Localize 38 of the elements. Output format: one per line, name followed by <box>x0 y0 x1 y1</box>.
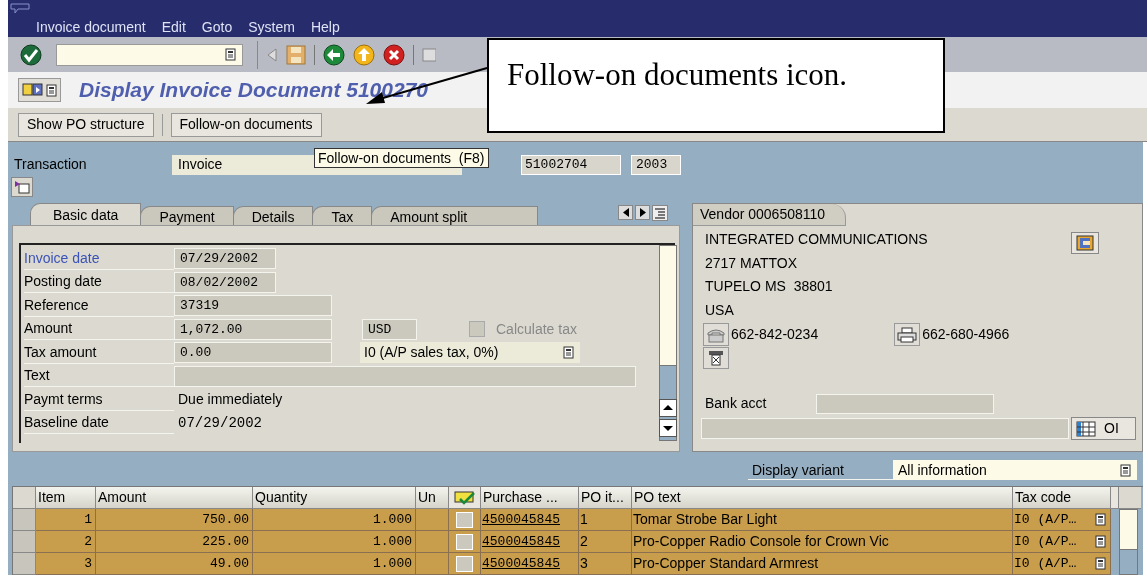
document-number-field: 51002704 <box>521 154 621 175</box>
table-cell: Pro-Copper Radio Console for Crown Vic <box>632 531 1013 553</box>
table-cell: 1 <box>36 509 96 531</box>
table-cell: 1.000 <box>253 531 416 553</box>
address-line: INTEGRATED COMMUNICATIONS <box>705 230 928 250</box>
input-field: 0.00 <box>174 342 332 364</box>
field-label: Transaction <box>14 155 88 174</box>
date-field: 08/02/2002 <box>174 271 276 293</box>
table-cell: Pro-Copper Standard Armrest <box>632 553 1013 575</box>
input-field: 1,072.00 <box>174 318 332 340</box>
table-cell: Tomar Strobe Bar Light <box>632 509 1013 531</box>
field-value: 07/29/2002 <box>177 413 262 433</box>
currency-field: USD <box>362 318 417 340</box>
field-value: Due immediately <box>177 390 283 410</box>
table-cell: 49.00 <box>96 553 253 575</box>
input-field: 37319 <box>174 295 332 317</box>
table-cell: 2 <box>36 531 96 553</box>
phone-number: 662-842-0234 <box>731 325 819 344</box>
table-cell: 1.000 <box>253 553 416 575</box>
checkbox-label: Calculate tax <box>496 319 577 339</box>
tooltip: Follow-on documents (F8) <box>314 148 489 168</box>
table-cell: 3 <box>36 553 96 575</box>
field-label: Paymt terms <box>24 388 174 411</box>
table-cell: 2 <box>579 531 632 553</box>
table-cell: 1 <box>579 509 632 531</box>
table-cell: 225.00 <box>96 531 253 553</box>
address-line: 2717 MATTOX <box>705 253 799 273</box>
date-field: 07/29/2002 <box>174 248 276 270</box>
table-cell: 750.00 <box>96 509 253 531</box>
field-label: Baseline date <box>24 412 174 435</box>
field-label: Bank acct <box>705 394 768 413</box>
callout: Follow-on documents icon. <box>487 38 945 133</box>
address-line: TUPELO MS 38801 <box>705 277 834 297</box>
table-cell: 1.000 <box>253 509 416 531</box>
year-field: 2003 <box>631 154 681 175</box>
fax-number: 662-680-4966 <box>922 325 1010 344</box>
address-line: USA <box>705 300 735 320</box>
table-cell: 3 <box>579 553 632 575</box>
